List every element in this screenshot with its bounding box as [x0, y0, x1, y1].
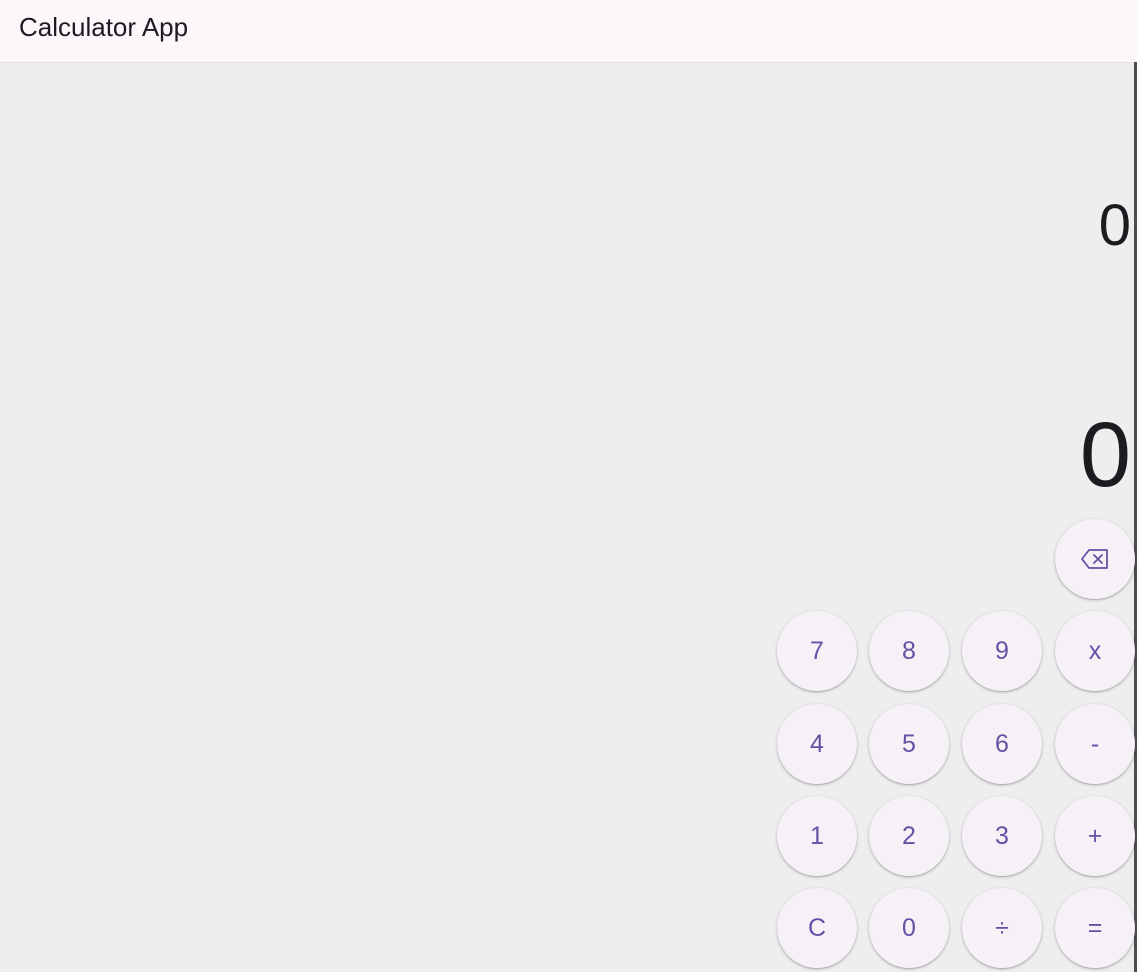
equals-button[interactable]: = — [1055, 888, 1135, 968]
backspace-button[interactable] — [1055, 519, 1135, 599]
key-9[interactable]: 9 — [962, 611, 1042, 691]
expression-display: 0 — [1098, 193, 1131, 258]
key-1[interactable]: 1 — [777, 796, 857, 876]
key-7[interactable]: 7 — [777, 611, 857, 691]
clear-button[interactable]: C — [777, 888, 857, 968]
key-8[interactable]: 8 — [869, 611, 949, 691]
subtract-button[interactable]: - — [1055, 704, 1135, 784]
app-bar: Calculator App — [0, 0, 1137, 62]
add-button[interactable]: + — [1055, 796, 1135, 876]
key-4[interactable]: 4 — [777, 704, 857, 784]
key-6[interactable]: 6 — [962, 704, 1042, 784]
key-3[interactable]: 3 — [962, 796, 1042, 876]
result-display: 0 — [1079, 404, 1131, 506]
backspace-icon — [1081, 549, 1109, 569]
multiply-button[interactable]: x — [1055, 611, 1135, 691]
key-0[interactable]: 0 — [869, 888, 949, 968]
app-title: Calculator App — [19, 12, 189, 42]
key-5[interactable]: 5 — [869, 704, 949, 784]
divide-button[interactable]: ÷ — [962, 888, 1042, 968]
key-2[interactable]: 2 — [869, 796, 949, 876]
